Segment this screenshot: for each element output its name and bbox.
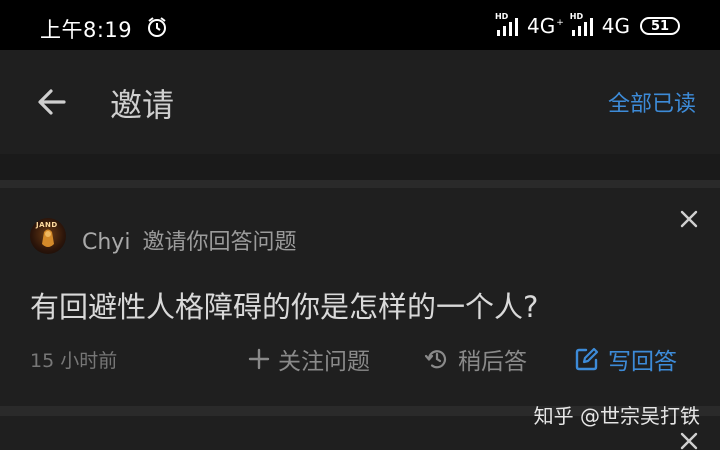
plus-icon <box>248 348 270 370</box>
edit-icon <box>575 347 599 371</box>
signal-icon-2: HD <box>569 12 596 37</box>
status-right: HD 4G+ HD 4G 51 <box>494 12 680 38</box>
history-clock-icon <box>424 350 447 369</box>
network-plus: + <box>556 18 564 29</box>
write-answer-button[interactable]: 写回答 <box>574 342 677 376</box>
invite-meta: Chyi 邀请你回答问题 <box>82 224 296 256</box>
network-type-2: 4G <box>601 14 630 38</box>
signal-icon: HD <box>494 12 521 37</box>
write-answer-label: 写回答 <box>608 349 677 375</box>
follow-question-label: 关注问题 <box>278 349 370 375</box>
status-bar: 上午8:19 HD 4G+ HD 4G 51 <box>0 0 720 50</box>
watermark: 知乎 @世宗吴打铁 <box>533 404 700 428</box>
page-title: 邀请 <box>110 86 175 124</box>
follow-question-button[interactable]: 关注问题 <box>248 342 370 376</box>
divider <box>0 180 720 188</box>
avatar[interactable]: JAND <box>30 218 66 254</box>
network-type-1: 4G+ <box>527 14 564 38</box>
close-icon-next[interactable] <box>680 432 698 450</box>
answer-later-button[interactable]: 稍后答 <box>424 342 527 376</box>
mark-all-read-button[interactable]: 全部已读 <box>608 86 696 118</box>
app-bar: 邀请 全部已读 <box>0 50 720 154</box>
signal-hd-label-2: HD <box>569 12 584 21</box>
question-title[interactable]: 有回避性人格障碍的你是怎样的一个人? <box>30 284 538 326</box>
invitation-card[interactable]: JAND Chyi 邀请你回答问题 有回避性人格障碍的你是怎样的一个人? 15 小… <box>0 188 720 406</box>
back-arrow-icon[interactable] <box>34 84 70 120</box>
invite-time: 15 小时前 <box>30 350 118 372</box>
alarm-icon <box>148 17 166 37</box>
signal-hd-label: HD <box>494 12 509 21</box>
network-type-1-label: 4G <box>526 14 556 38</box>
answer-later-label: 稍后答 <box>458 349 527 375</box>
invite-action-text: 邀请你回答问题 <box>142 230 297 255</box>
inviter-name[interactable]: Chyi <box>82 230 130 255</box>
battery-level: 51 <box>650 18 670 34</box>
close-icon[interactable] <box>680 210 698 228</box>
status-time: 上午8:19 <box>40 18 133 42</box>
battery-icon: 51 <box>640 17 680 35</box>
